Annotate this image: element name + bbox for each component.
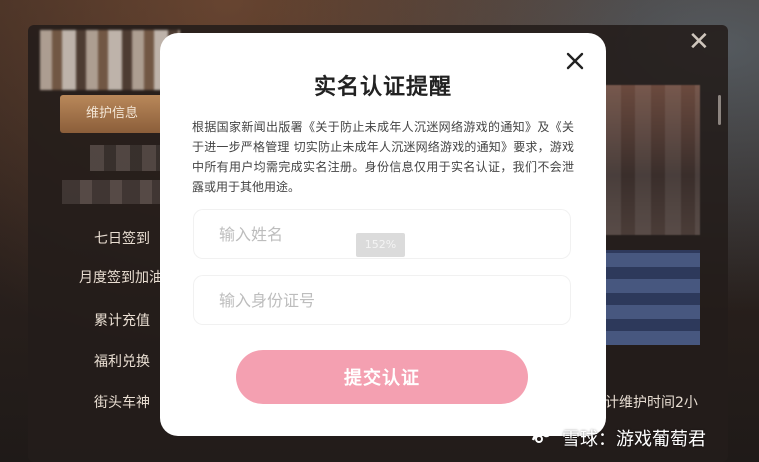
zoom-badge: 152%: [356, 233, 405, 257]
real-name-dialog: 实名认证提醒 根据国家新闻出版署《关于防止未成年人沉迷网络游戏的通知》及《关于进…: [160, 33, 606, 436]
id-number-input[interactable]: [193, 275, 571, 325]
watermark-text: 雪球：游戏葡萄君: [562, 428, 706, 450]
submit-verification-button[interactable]: 提交认证: [236, 350, 528, 404]
id-number-field[interactable]: [193, 275, 571, 325]
policy-notice: 根据国家新闻出版署《关于防止未成年人沉迷网络游戏的通知》及《关于进一步严格管理 …: [192, 120, 574, 194]
pixelated-image: [605, 85, 700, 235]
dialog-title: 实名认证提醒: [313, 75, 452, 100]
maintenance-text: 计维护时间2小: [605, 395, 698, 411]
pixelated-image: [605, 250, 700, 345]
background-close-icon[interactable]: ✕: [688, 29, 712, 55]
pixelated-banner: [40, 30, 180, 90]
scrollbar[interactable]: [718, 95, 721, 125]
watermark: 雪球：游戏葡萄君: [530, 424, 706, 451]
snowball-logo-icon: [530, 424, 556, 451]
